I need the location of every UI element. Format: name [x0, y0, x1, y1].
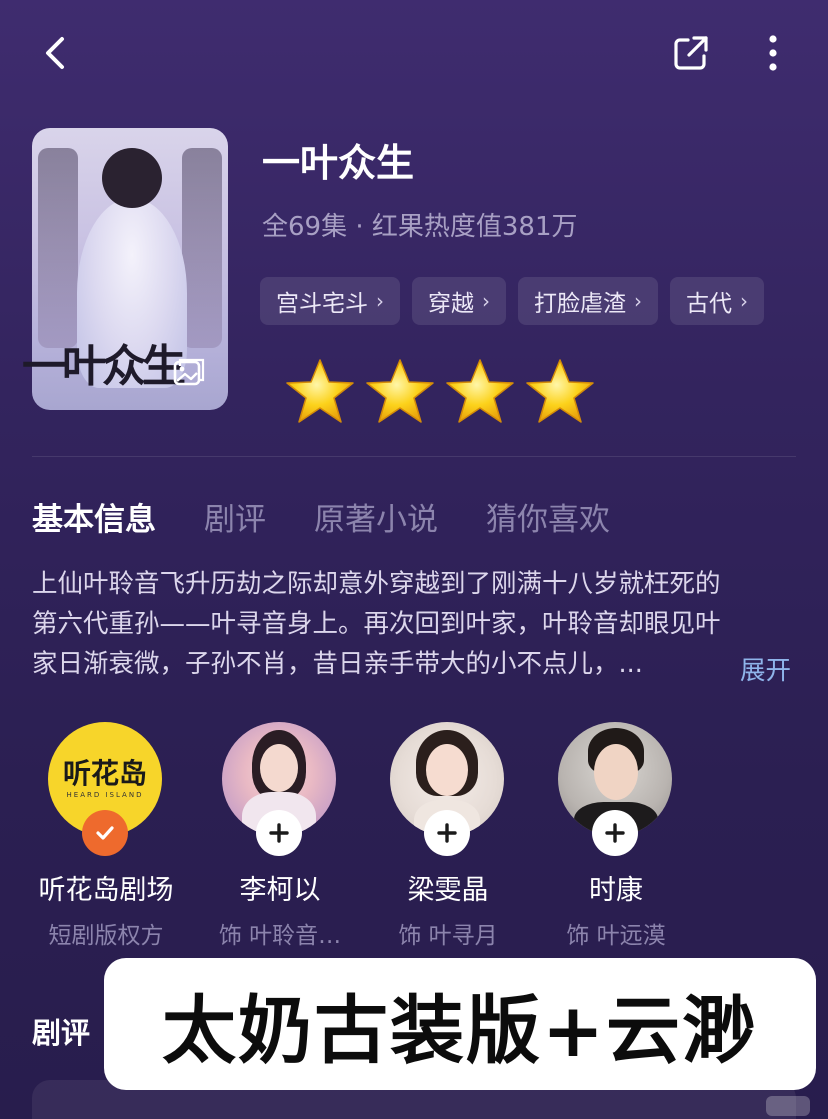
poster-cast-left: [38, 148, 78, 348]
gallery-icon[interactable]: [172, 356, 206, 390]
watermark: [766, 1096, 810, 1116]
back-arrow-icon: [46, 37, 64, 69]
top-bar: [0, 0, 828, 110]
tag-label: 穿越: [428, 291, 474, 317]
plus-icon: [605, 823, 625, 843]
chevron-right-icon: ›: [482, 289, 490, 313]
cast-role: 饰 叶寻月: [398, 923, 498, 949]
check-icon: [96, 826, 114, 840]
cast-role: 饰 叶远漠: [566, 923, 666, 949]
caption-overlay: 太奶古装版+云渺: [104, 958, 816, 1090]
synopsis-line: 上仙叶聆音飞升历劫之际却意外穿越到了刚满十八岁就枉死的: [32, 569, 721, 599]
tab-original-novel[interactable]: 原著小说: [314, 494, 438, 539]
tag-label: 宫斗宅斗: [276, 291, 368, 317]
cast-role: 饰 叶聆音…: [218, 923, 342, 949]
cast-name: 梁雯晶: [407, 875, 489, 906]
cast-list: 听花岛 HEARD ISLAND 听花岛剧场 短剧版权方 李柯以 饰 叶聆音…: [32, 722, 828, 962]
caption-text: 太奶古装版+云渺: [161, 987, 758, 1074]
synopsis-line: 家日渐衰微，子孙不肖，昔日亲手带大的小不点儿，...: [32, 649, 643, 679]
tab-basic-info[interactable]: 基本信息: [32, 494, 156, 539]
more-options-button[interactable]: [748, 28, 798, 78]
poster-lead-hair: [102, 148, 162, 208]
more-vertical-icon: [769, 35, 777, 71]
poster-cast-right: [182, 148, 222, 348]
logo-subtext: HEARD ISLAND: [66, 791, 144, 799]
chevron-right-icon: ›: [376, 289, 384, 313]
follow-plus-badge[interactable]: [592, 810, 638, 856]
back-button[interactable]: [30, 28, 80, 78]
show-title: 一叶众生: [262, 141, 415, 185]
cast-name: 听花岛剧场: [38, 875, 174, 906]
section-divider: [32, 456, 796, 457]
cast-role: 短剧版权方: [48, 923, 164, 949]
tag-time-travel[interactable]: 穿越 ›: [412, 277, 506, 325]
followed-check-badge[interactable]: [82, 810, 128, 856]
cast-name: 李柯以: [239, 875, 321, 906]
cast-name: 时康: [589, 875, 643, 906]
tag-label: 古代: [686, 291, 732, 317]
tab-recommendations[interactable]: 猜你喜欢: [486, 494, 610, 539]
tag-label: 打脸虐渣: [534, 291, 626, 317]
star-icon: [526, 359, 594, 423]
synopsis-line: 第六代重孙——叶寻音身上。再次回到叶家，叶聆音却眼见叶: [32, 609, 721, 639]
chevron-right-icon: ›: [740, 289, 748, 313]
rating-stars: [284, 356, 596, 428]
expand-link[interactable]: 展开: [740, 650, 791, 687]
plus-icon: [269, 823, 289, 843]
review-section-title: 剧评: [32, 1016, 91, 1050]
chevron-right-icon: ›: [634, 289, 642, 313]
logo-text: 听花岛: [62, 757, 147, 790]
star-icon: [286, 359, 354, 423]
plus-icon: [437, 823, 457, 843]
tab-reviews[interactable]: 剧评: [204, 494, 266, 539]
synopsis: 上仙叶聆音飞升历劫之际却意外穿越到了刚满十八岁就枉死的 第六代重孙——叶寻音身上…: [32, 564, 796, 684]
poster-title-art: 一叶众生: [22, 341, 186, 392]
tag-list: 宫斗宅斗 › 穿越 › 打脸虐渣 › 古代 ›: [260, 277, 764, 325]
star-icon: [446, 359, 514, 423]
share-button[interactable]: [666, 28, 716, 78]
star-icon: [366, 359, 434, 423]
detail-tabs: 基本信息 剧评 原著小说 猜你喜欢: [32, 494, 610, 539]
tag-face-slap[interactable]: 打脸虐渣 ›: [518, 277, 658, 325]
share-icon: [674, 36, 708, 70]
follow-plus-badge[interactable]: [424, 810, 470, 856]
follow-plus-badge[interactable]: [256, 810, 302, 856]
tag-palace-drama[interactable]: 宫斗宅斗 ›: [260, 277, 400, 325]
tag-ancient[interactable]: 古代 ›: [670, 277, 764, 325]
show-meta: 全69集 · 红果热度值381万: [262, 212, 578, 242]
